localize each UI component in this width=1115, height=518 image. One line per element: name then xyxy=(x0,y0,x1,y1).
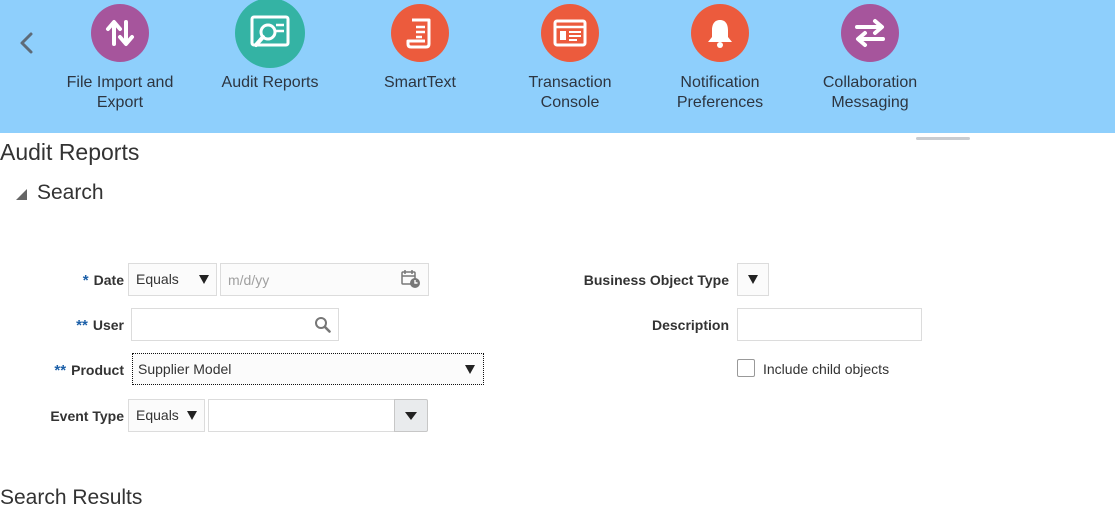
search-section-title: Search xyxy=(37,181,104,204)
search-results-title: Search Results xyxy=(0,486,143,509)
dropdown-arrow-icon xyxy=(405,412,417,420)
app-file-import-export[interactable]: File Import and Export xyxy=(45,4,195,113)
date-label: * Date xyxy=(82,272,124,289)
app-label: SmartText xyxy=(383,74,456,91)
dropdown-arrow-icon xyxy=(187,411,197,420)
search-icon[interactable] xyxy=(314,316,331,336)
description-input-box xyxy=(737,308,922,341)
event-type-operator-select[interactable]: Equals xyxy=(128,399,205,432)
bell-icon xyxy=(691,4,749,62)
app-label: Notification Preferences xyxy=(676,74,764,111)
console-window-icon xyxy=(541,4,599,62)
event-type-input-box xyxy=(208,399,395,432)
app-label: Audit Reports xyxy=(221,74,319,91)
event-type-dropdown-button[interactable] xyxy=(394,399,428,432)
event-type-label: Event Type xyxy=(50,408,124,424)
business-object-type-select[interactable] xyxy=(737,263,769,296)
user-input-box xyxy=(131,308,339,341)
date-operator-select[interactable]: Equals xyxy=(128,263,217,296)
springboard-bar: File Import and Export Audit Reports Sma… xyxy=(0,0,1115,133)
required-marker: * xyxy=(82,272,89,289)
drag-handle[interactable] xyxy=(916,137,970,140)
app-label: Transaction Console xyxy=(528,74,612,111)
arrows-swap-icon xyxy=(841,4,899,62)
app-label: File Import and Export xyxy=(66,74,174,111)
product-value: Supplier Model xyxy=(138,361,232,377)
calendar-icon[interactable] xyxy=(401,269,421,292)
document-scroll-icon xyxy=(391,4,449,62)
app-label: Collaboration Messaging xyxy=(822,74,918,111)
include-child-objects-label: Include child objects xyxy=(763,361,890,377)
chevron-left-icon[interactable] xyxy=(16,30,38,56)
user-label: ** User xyxy=(76,317,124,334)
description-label: Description xyxy=(651,317,729,333)
user-input[interactable] xyxy=(132,309,304,340)
include-child-objects-checkbox[interactable] xyxy=(737,359,755,377)
date-input[interactable] xyxy=(221,264,394,295)
event-type-input[interactable] xyxy=(209,400,364,431)
arrows-up-down-icon xyxy=(91,4,149,62)
business-object-type-label: Business Object Type xyxy=(583,272,729,288)
dropdown-arrow-icon xyxy=(748,275,758,284)
event-type-operator-value: Equals xyxy=(136,407,179,423)
page-title: Audit Reports xyxy=(0,139,140,165)
date-operator-value: Equals xyxy=(136,271,179,287)
product-select[interactable]: Supplier Model xyxy=(132,353,484,385)
search-section-toggle[interactable]: Search xyxy=(16,181,104,205)
triangle-collapse-icon xyxy=(16,188,27,200)
audit-report-icon xyxy=(235,0,305,68)
app-collaboration-messaging[interactable]: Collaboration Messaging xyxy=(795,4,945,113)
product-label: ** Product xyxy=(54,362,124,379)
dropdown-arrow-icon xyxy=(465,365,475,374)
app-audit-reports[interactable]: Audit Reports xyxy=(195,0,345,93)
required-marker: ** xyxy=(54,362,67,379)
description-input[interactable] xyxy=(738,309,892,340)
app-smarttext[interactable]: SmartText xyxy=(345,4,495,93)
dropdown-arrow-icon xyxy=(199,275,209,284)
app-notification-preferences[interactable]: Notification Preferences xyxy=(645,4,795,113)
app-transaction-console[interactable]: Transaction Console xyxy=(495,4,645,113)
required-marker: ** xyxy=(76,317,88,334)
date-input-box xyxy=(220,263,429,296)
